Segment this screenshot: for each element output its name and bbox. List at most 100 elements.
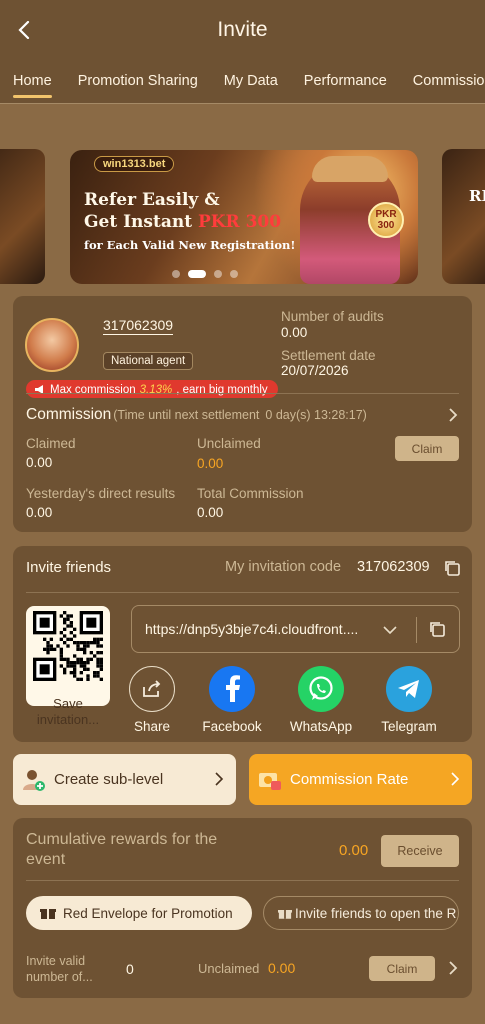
banner-prev-slide[interactable] (0, 149, 45, 284)
commission-row[interactable]: Commission (Time until next settlement 0… (26, 404, 459, 426)
banner-badge-top: PKR (375, 209, 397, 220)
claim-button[interactable]: Claim (395, 436, 459, 461)
rewards-unclaimed-value: 0.00 (268, 960, 296, 976)
tab-commission[interactable]: Commission (400, 60, 485, 103)
banner-slide[interactable]: win1313.bet Refer Easily & Get Instant P… (70, 150, 418, 284)
tab-promotion-sharing[interactable]: Promotion Sharing (65, 60, 211, 103)
banner-amount: PKR 300 (198, 212, 282, 232)
invite-friends-open-label: Invite friends to open the R (295, 905, 457, 921)
share-button[interactable]: Share (116, 666, 188, 734)
divider (26, 592, 459, 593)
copy-link-icon[interactable] (428, 620, 446, 638)
tab-home[interactable]: Home (0, 60, 65, 103)
rewards-claim-button[interactable]: Claim (369, 956, 435, 981)
banner-brand-logo: win1313.bet (94, 156, 175, 172)
commission-rate-icon (259, 772, 281, 790)
carousel-dot[interactable] (230, 270, 238, 278)
tab-bar: Home Promotion Sharing My Data Performan… (0, 60, 485, 104)
invite-link-field[interactable]: https://dnp5y3bje7c4i.cloudfront.... (131, 605, 460, 653)
tab-invite-friends-open[interactable]: Invite friends to open the R (263, 896, 459, 930)
agent-card: 317062309 National agent Number of audit… (13, 296, 472, 532)
banner-next-text: RE (469, 187, 485, 205)
banner-headline-2: Get Instant PKR 300 (84, 212, 281, 232)
chevron-right-icon (215, 772, 224, 786)
divider (26, 880, 459, 881)
banner-headline-prefix: Get Instant (84, 212, 198, 232)
whatsapp-share-button[interactable]: WhatsApp (285, 666, 357, 734)
banner-subline: for Each Valid New Registration! (84, 238, 296, 252)
banner-badge-value: 300 (377, 220, 395, 231)
avatar (25, 318, 79, 372)
carousel-dot[interactable] (188, 270, 206, 278)
qr-code-image (33, 611, 103, 681)
link-divider (416, 617, 417, 643)
rewards-unclaimed-label: Unclaimed (198, 961, 260, 976)
chevron-left-icon (18, 21, 30, 39)
receive-button[interactable]: Receive (381, 835, 459, 867)
yesterday-value: 0.00 (26, 505, 53, 520)
add-user-icon (23, 769, 45, 791)
banner-next-slide[interactable]: RE (442, 149, 485, 284)
red-envelope-label: Red Envelope for Promotion (63, 905, 233, 921)
carousel-dot[interactable] (172, 270, 180, 278)
chevron-down-icon[interactable] (382, 622, 398, 638)
settlement-value: 20/07/2026 (281, 363, 349, 378)
telegram-label: Telegram (381, 719, 437, 734)
copy-icon[interactable] (443, 559, 461, 577)
whatsapp-label: WhatsApp (289, 719, 353, 734)
chevron-right-icon[interactable] (445, 407, 461, 423)
cumulative-rewards-value: 0.00 (339, 842, 369, 859)
invite-link[interactable]: https://dnp5y3bje7c4i.cloudfront.... (145, 621, 358, 637)
carousel-dots (172, 270, 238, 278)
yesterday-label: Yesterday's direct results (26, 486, 176, 501)
banner-headline-1: Refer Easily & (84, 190, 220, 210)
back-button[interactable] (10, 16, 38, 44)
chevron-right-icon (451, 772, 460, 786)
tab-performance[interactable]: Performance (291, 60, 400, 103)
app-header: Invite (0, 0, 485, 60)
gift-icon (278, 909, 292, 919)
whatsapp-icon (298, 666, 344, 712)
claimed-value: 0.00 (26, 455, 53, 470)
commission-rate-label: Commission Rate (290, 771, 409, 788)
telegram-icon (386, 666, 432, 712)
invitation-code-label: My invitation code (225, 559, 342, 575)
claimed-label: Claimed (26, 436, 76, 451)
create-sub-level-label: Create sub-level (54, 771, 164, 788)
save-label-line-1: Save (53, 696, 83, 711)
commission-title: Commission (26, 406, 112, 423)
total-commission-value: 0.00 (197, 505, 224, 520)
facebook-label: Facebook (202, 719, 262, 734)
invite-title: Invite friends (26, 559, 112, 576)
unclaimed-value: 0.00 (197, 456, 224, 471)
qr-code-card[interactable]: Save invitation... (26, 606, 110, 727)
divider (26, 393, 459, 394)
carousel-dot[interactable] (214, 270, 222, 278)
tab-red-envelope[interactable]: Red Envelope for Promotion (26, 896, 252, 930)
chevron-right-icon[interactable] (445, 960, 461, 976)
facebook-icon (209, 666, 255, 712)
invite-card: Invite friends My invitation code 317062… (13, 546, 472, 742)
share-icon (129, 666, 175, 712)
max-commission-banner: Max commission 3.13%, earn big monthly (26, 380, 278, 398)
invite-valid-value: 0 (126, 961, 134, 977)
page-title: Invite (217, 18, 268, 41)
telegram-share-button[interactable]: Telegram (373, 666, 445, 734)
share-label: Share (133, 719, 171, 734)
commission-countdown: 0 day(s) 13:28:17) (265, 408, 367, 422)
banner-carousel[interactable]: win1313.bet Refer Easily & Get Instant P… (0, 104, 485, 284)
commission-subtitle: (Time until next settlement (113, 408, 260, 422)
audits-label: Number of audits (281, 309, 384, 324)
audits-value: 0.00 (281, 325, 308, 340)
save-invitation-label: Save invitation... (26, 696, 110, 728)
rewards-card: Cumulative rewards for the event 0.00 Re… (13, 818, 472, 998)
create-sub-level-button[interactable]: Create sub-level (13, 754, 236, 805)
user-id[interactable]: 317062309 (103, 317, 174, 335)
unclaimed-label: Unclaimed (197, 436, 261, 451)
banner-hat (312, 156, 388, 182)
tab-my-data[interactable]: My Data (211, 60, 291, 103)
settlement-label: Settlement date (281, 348, 376, 363)
facebook-share-button[interactable]: Facebook (196, 666, 268, 734)
commission-rate-button[interactable]: Commission Rate (249, 754, 472, 805)
gift-icon (40, 909, 56, 919)
